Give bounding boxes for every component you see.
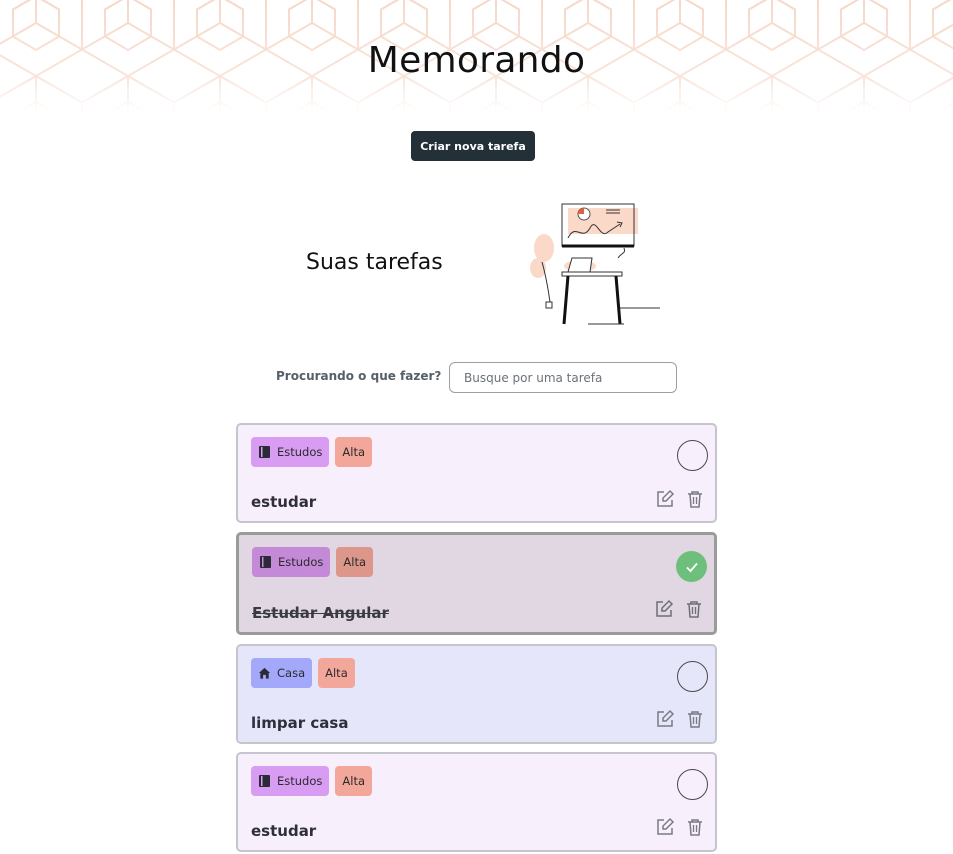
category-label: Estudos: [277, 774, 323, 788]
checkmark-icon: [685, 562, 698, 572]
search-input[interactable]: [449, 362, 677, 393]
task-card-completed: Estudos Alta Estudar Angular: [236, 532, 717, 635]
task-title: estudar: [251, 822, 317, 840]
header-banner: Memorando: [0, 0, 953, 112]
task-card: Estudos Alta estudar: [236, 423, 717, 523]
edit-icon[interactable]: [654, 599, 674, 619]
category-label: Casa: [277, 666, 306, 680]
edit-icon[interactable]: [655, 489, 675, 509]
trash-icon[interactable]: [685, 709, 705, 729]
complete-toggle[interactable]: [677, 769, 708, 800]
category-tag: Casa: [251, 658, 313, 688]
create-task-button[interactable]: Criar nova tarefa: [411, 131, 535, 161]
task-title: Estudar Angular: [252, 604, 389, 622]
search-label: Procurando o que fazer?: [276, 369, 442, 383]
priority-tag: Alta: [335, 437, 373, 467]
book-icon: [260, 556, 271, 568]
home-icon: [258, 667, 271, 679]
priority-tag: Alta: [318, 658, 355, 688]
task-title: estudar: [251, 493, 317, 511]
trash-icon[interactable]: [684, 599, 704, 619]
edit-icon[interactable]: [655, 709, 675, 729]
priority-tag: Alta: [336, 547, 374, 577]
category-tag: Estudos: [252, 547, 331, 577]
complete-toggle[interactable]: [676, 551, 707, 582]
section-title: Suas tarefas: [306, 250, 443, 275]
priority-tag: Alta: [335, 766, 373, 796]
category-label: Estudos: [277, 445, 323, 459]
book-icon: [259, 775, 270, 787]
task-card: Casa Alta limpar casa: [236, 644, 717, 744]
complete-toggle[interactable]: [677, 440, 708, 471]
category-tag: Estudos: [251, 766, 330, 796]
trash-icon[interactable]: [685, 817, 705, 837]
category-label: Estudos: [278, 555, 324, 569]
edit-icon[interactable]: [655, 817, 675, 837]
page-title: Memorando: [367, 40, 586, 81]
workspace-illustration: [530, 203, 660, 325]
complete-toggle[interactable]: [677, 661, 708, 692]
task-title: limpar casa: [251, 714, 349, 732]
trash-icon[interactable]: [685, 489, 705, 509]
task-card: Estudos Alta estudar: [236, 752, 717, 852]
category-tag: Estudos: [251, 437, 330, 467]
book-icon: [259, 446, 270, 458]
